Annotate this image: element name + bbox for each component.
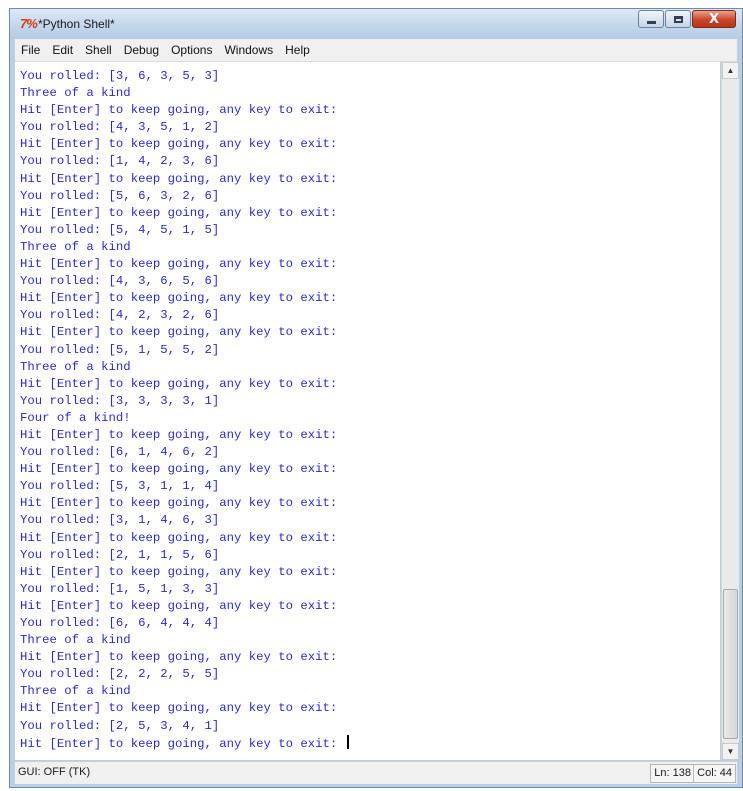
shell-line: Hit [Enter] to keep going, any key to ex… [20,701,338,716]
scrollbar-thumb[interactable] [723,589,738,739]
shell-line: Four of a kind! [20,410,131,425]
shell-line: Hit [Enter] to keep going, any key to ex… [20,325,338,340]
shell-line: Hit [Enter] to keep going, any key to ex… [20,427,338,442]
menu-debug[interactable]: Debug [118,40,165,60]
menu-bar: File Edit Shell Debug Options Windows He… [15,39,737,62]
menu-edit[interactable]: Edit [46,40,79,60]
status-bar: GUI: OFF (TK) Ln: 138 Col: 44 [15,761,737,784]
shell-line: Hit [Enter] to keep going, any key to ex… [20,650,338,665]
menu-options[interactable]: Options [165,40,218,60]
window-title: *Python Shell* [38,17,115,31]
python-shell-window: 7% *Python Shell* X File Edit Shell Debu… [9,8,743,788]
text-cursor [346,734,349,749]
shell-line: You rolled: [5, 6, 3, 2, 6] [20,188,220,203]
shell-line: You rolled: [4, 2, 3, 2, 6] [20,308,220,323]
minimize-button[interactable] [638,10,664,28]
shell-lines: You rolled: [3, 6, 3, 5, 3] Three of a k… [20,68,349,752]
shell-line: You rolled: [6, 6, 4, 4, 4] [20,616,220,630]
shell-prompt-text: Hit [Enter] to keep going, any key to ex… [20,736,345,751]
shell-line: You rolled: [1, 4, 2, 3, 6] [20,154,220,169]
window-controls: X [637,10,736,30]
shell-line: Hit [Enter] to keep going, any key to ex… [20,376,338,391]
arrow-up-icon: ▲ [726,66,735,75]
menu-help[interactable]: Help [279,40,316,60]
shell-line: You rolled: [2, 2, 2, 5, 5] [20,667,220,682]
menu-file[interactable]: File [15,40,46,60]
shell-line: Three of a kind [20,633,131,648]
minimize-icon [646,20,656,24]
shell-line: You rolled: [4, 3, 5, 1, 2] [20,120,220,135]
shell-line: You rolled: [5, 3, 1, 1, 4] [20,479,220,494]
shell-line: You rolled: [5, 4, 5, 1, 5] [20,222,220,237]
shell-line: Hit [Enter] to keep going, any key to ex… [20,291,338,306]
scroll-down-button[interactable]: ▼ [722,743,739,760]
maximize-button[interactable] [665,10,691,28]
shell-line: Hit [Enter] to keep going, any key to ex… [20,530,338,545]
shell-line: You rolled: [4, 3, 6, 5, 6] [20,274,220,289]
menu-shell[interactable]: Shell [79,40,118,60]
shell-output-area[interactable]: You rolled: [3, 6, 3, 5, 3] Three of a k… [15,62,720,760]
shell-line: You rolled: [3, 6, 3, 5, 3] [20,69,220,83]
shell-line: You rolled: [2, 5, 3, 4, 1] [20,718,220,733]
column-number-indicator: Col: 44 [693,764,736,783]
shell-line: Three of a kind [20,239,131,254]
shell-line: Hit [Enter] to keep going, any key to ex… [20,496,338,511]
shell-line: You rolled: [1, 5, 1, 3, 3] [20,581,220,596]
title-bar[interactable]: 7% *Python Shell* X [10,9,742,39]
shell-line: Three of a kind [20,86,131,101]
gui-status: GUI: OFF (TK) [18,766,91,778]
shell-line: Hit [Enter] to keep going, any key to ex… [20,103,338,118]
shell-line: Hit [Enter] to keep going, any key to ex… [20,171,338,186]
shell-line: Hit [Enter] to keep going, any key to ex… [20,137,338,152]
maximize-icon [673,15,683,23]
shell-line: You rolled: [6, 1, 4, 6, 2] [20,445,220,460]
shell-line: You rolled: [3, 1, 4, 6, 3] [20,513,220,528]
shell-prompt-line[interactable]: Hit [Enter] to keep going, any key to ex… [20,734,349,752]
shell-line: Hit [Enter] to keep going, any key to ex… [20,598,338,613]
arrow-down-icon: ▼ [726,747,735,756]
shell-line: Three of a kind [20,684,131,699]
vertical-scrollbar[interactable]: ▲ ▼ [721,62,739,760]
idle-app-icon: 7% [20,16,38,31]
shell-line: Three of a kind [20,359,131,374]
shell-line: Hit [Enter] to keep going, any key to ex… [20,205,338,220]
close-button[interactable]: X [692,10,736,28]
scroll-up-button[interactable]: ▲ [722,62,739,79]
shell-line: Hit [Enter] to keep going, any key to ex… [20,257,338,272]
shell-line: You rolled: [2, 1, 1, 5, 6] [20,547,220,562]
shell-line: You rolled: [5, 1, 5, 5, 2] [20,342,220,357]
shell-line: Hit [Enter] to keep going, any key to ex… [20,462,338,477]
line-number-indicator: Ln: 138 [650,764,695,783]
close-icon: X [708,11,720,27]
shell-line: Hit [Enter] to keep going, any key to ex… [20,564,338,579]
shell-line: You rolled: [3, 3, 3, 3, 1] [20,393,220,408]
menu-windows[interactable]: Windows [218,40,279,60]
